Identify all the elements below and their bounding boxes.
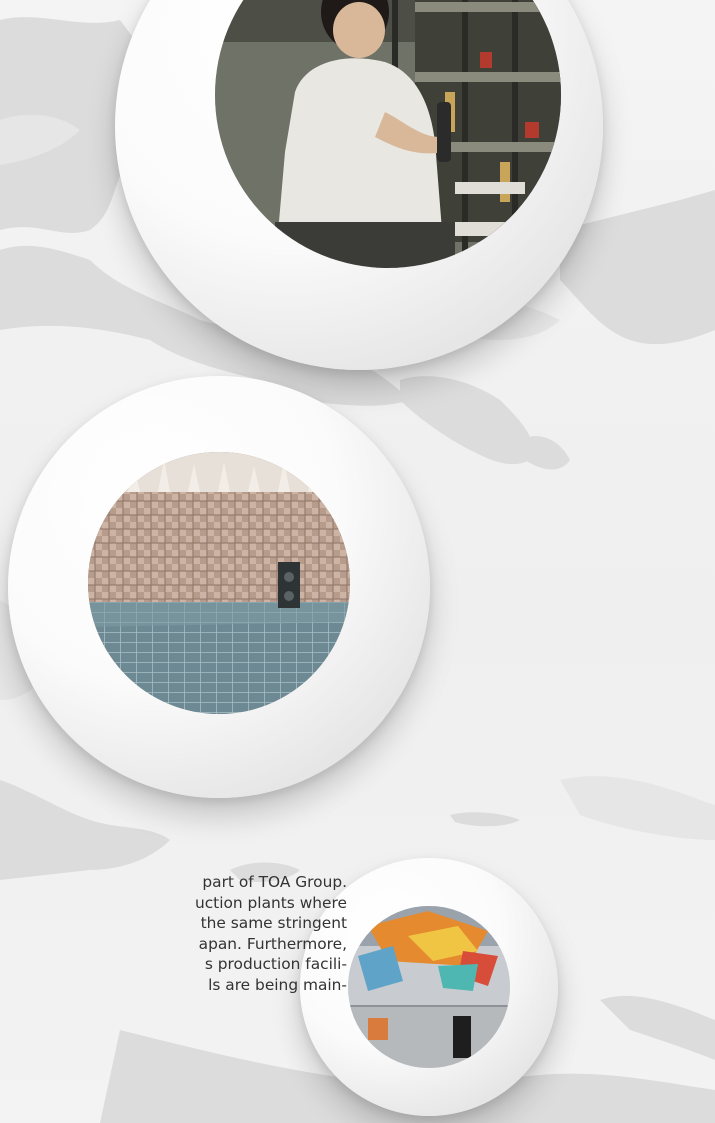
body-line: uction plants where [194, 893, 347, 912]
map-landmass-mideast [400, 376, 533, 465]
body-line: s production facili- [204, 955, 347, 974]
body-line: apan. Furthermore, [198, 934, 347, 953]
photo-factory-worker [215, 0, 561, 268]
map-landmass-faint-4 [560, 776, 715, 840]
photo-anechoic-chamber [88, 452, 350, 714]
body-line: part of TOA Group. [202, 873, 347, 891]
map-landmass-southwest [0, 780, 170, 880]
photo-test-room [348, 906, 510, 1068]
body-line: the same stringent [200, 914, 347, 933]
photo-frame-chamber [8, 376, 430, 798]
map-landmass-southeast [600, 995, 715, 1060]
brochure-page: part of TOA Group. uction plants where t… [0, 0, 715, 1123]
body-paragraph: part of TOA Group. uction plants where t… [0, 872, 347, 996]
body-line: ls are being main- [208, 975, 347, 994]
map-landmass-bar [450, 812, 520, 827]
map-landmass-island [520, 436, 570, 470]
